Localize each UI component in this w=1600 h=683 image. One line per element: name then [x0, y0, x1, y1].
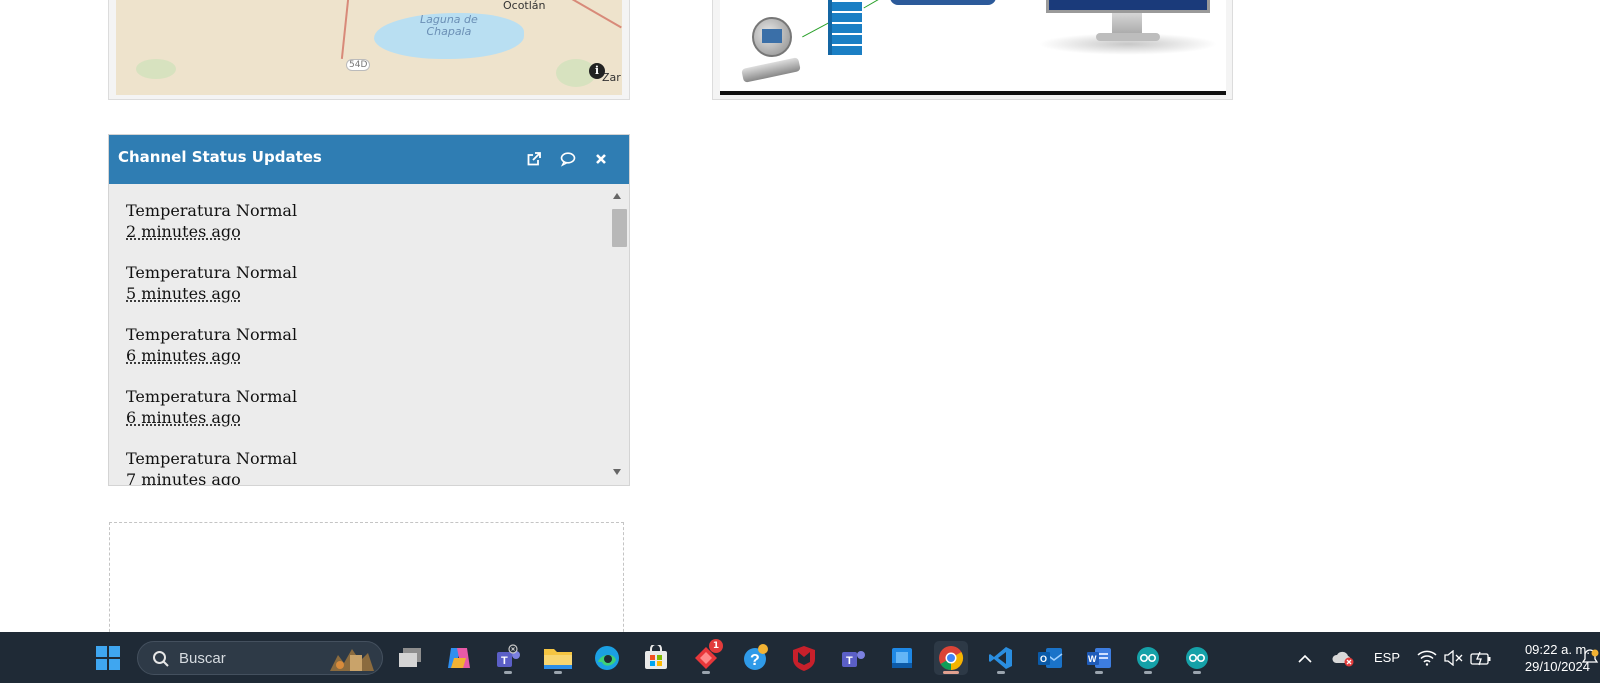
info-icon[interactable]: i — [589, 63, 605, 79]
svg-text:O: O — [1040, 654, 1047, 664]
windows-start-icon[interactable] — [91, 641, 125, 675]
mcafee-icon[interactable] — [787, 641, 821, 675]
task-view-icon[interactable] — [393, 641, 427, 675]
status-text: Temperatura Normal — [126, 263, 298, 282]
map-widget: Laguna de Chapala Ocotlán 54D Zar i — [108, 0, 630, 100]
search-placeholder: Buscar — [179, 650, 226, 667]
teams-work-icon[interactable]: T — [836, 641, 870, 675]
running-indicator — [943, 671, 959, 674]
copilot-icon[interactable] — [442, 641, 476, 675]
svg-text:T: T — [501, 655, 508, 667]
monitor-icon — [1046, 0, 1210, 13]
status-text: Temperatura Normal — [126, 387, 298, 406]
list-item: Temperatura Normal 5 minutes ago — [126, 262, 297, 304]
clock[interactable]: 09:22 a. m. 29/10/2024 — [1506, 641, 1590, 675]
arduino-icon[interactable] — [1131, 641, 1165, 675]
status-time: 2 minutes ago — [126, 222, 241, 241]
scroll-up-arrow-icon[interactable] — [613, 193, 621, 199]
app-red-diamond-icon[interactable]: 1 — [689, 639, 723, 675]
svg-text:?: ? — [750, 652, 760, 669]
running-indicator — [702, 671, 710, 674]
diagram-widget — [712, 0, 1233, 100]
widget-title: Channel Status Updates — [118, 148, 322, 166]
empty-widget-placeholder — [109, 522, 624, 642]
monitor-base — [1096, 33, 1160, 41]
status-time: 5 minutes ago — [126, 284, 241, 303]
edge-icon[interactable] — [590, 641, 624, 675]
map-terrain — [136, 59, 176, 79]
network-diagram-image — [720, 0, 1226, 95]
running-indicator — [1144, 671, 1152, 674]
teams-icon[interactable]: T — [491, 641, 525, 675]
status-time: 6 minutes ago — [126, 346, 241, 365]
language-indicator[interactable]: ESP — [1374, 650, 1400, 665]
running-indicator — [504, 671, 512, 674]
map-road — [340, 0, 350, 59]
scrollbar[interactable] — [607, 184, 629, 485]
map-lake-label: Laguna de Chapala — [420, 14, 478, 38]
list-item: Temperatura Normal 6 minutes ago — [126, 324, 297, 366]
map-edge-label: Zar — [602, 71, 621, 84]
widget-header: Channel Status Updates — [109, 135, 629, 184]
firewall-icon — [828, 0, 862, 55]
open-external-icon[interactable] — [523, 148, 545, 170]
channel-status-widget: Channel Status Updates Temperatura Norma… — [108, 134, 630, 486]
search-icon — [152, 650, 170, 672]
status-text: Temperatura Normal — [126, 201, 298, 220]
scroll-thumb[interactable] — [612, 209, 627, 247]
word-icon[interactable]: W — [1082, 641, 1116, 675]
scroll-down-arrow-icon[interactable] — [613, 469, 621, 475]
map-road — [560, 0, 622, 29]
svg-text:W: W — [1088, 654, 1097, 664]
list-item: Temperatura Normal 2 minutes ago — [126, 200, 297, 242]
chrome-icon[interactable] — [934, 641, 968, 675]
chevron-up-icon[interactable] — [1288, 641, 1322, 675]
help-icon[interactable]: ? — [738, 641, 772, 675]
running-indicator — [1193, 671, 1201, 674]
microsoft-store-icon[interactable] — [639, 641, 673, 675]
flow-meter-icon — [741, 17, 801, 83]
svg-text:T: T — [846, 655, 853, 667]
vscode-icon[interactable] — [984, 641, 1018, 675]
status-text: Temperatura Normal — [126, 449, 298, 468]
map-view[interactable]: Laguna de Chapala Ocotlán 54D Zar i — [116, 0, 622, 95]
running-indicator — [997, 671, 1005, 674]
notification-bell-icon[interactable] — [1580, 641, 1600, 675]
connection-line — [863, 0, 887, 9]
status-time: 6 minutes ago — [126, 408, 241, 427]
map-town-label: Ocotlán — [503, 0, 546, 12]
cloud-box-icon — [890, 0, 996, 5]
taskbar: Buscar T 1 ? T O W ESP 09:22 a. m. 29/10… — [0, 632, 1600, 683]
app-blue-icon[interactable] — [885, 641, 919, 675]
arduino-icon-2[interactable] — [1180, 641, 1214, 675]
onedrive-error-icon[interactable] — [1326, 641, 1360, 675]
monitor-stand — [1112, 13, 1142, 35]
list-item: Temperatura Normal 7 minutes ago — [126, 448, 297, 485]
notification-badge: 1 — [709, 639, 723, 653]
file-explorer-icon[interactable] — [541, 641, 575, 675]
battery-charging-icon[interactable] — [1464, 641, 1498, 675]
comment-icon[interactable] — [557, 148, 579, 170]
search-input[interactable]: Buscar — [137, 641, 383, 675]
running-indicator — [1095, 671, 1103, 674]
close-icon[interactable] — [590, 148, 612, 170]
map-lake-label-line2: Chapala — [426, 25, 472, 38]
map-route-label: 54D — [346, 59, 371, 71]
status-time: 7 minutes ago — [126, 470, 241, 485]
search-highlight-image — [328, 645, 376, 673]
list-item: Temperatura Normal 6 minutes ago — [126, 386, 297, 428]
status-text: Temperatura Normal — [126, 325, 298, 344]
status-list[interactable]: Temperatura Normal 2 minutes ago Tempera… — [109, 184, 606, 485]
running-indicator — [554, 671, 562, 674]
outlook-icon[interactable]: O — [1033, 641, 1067, 675]
